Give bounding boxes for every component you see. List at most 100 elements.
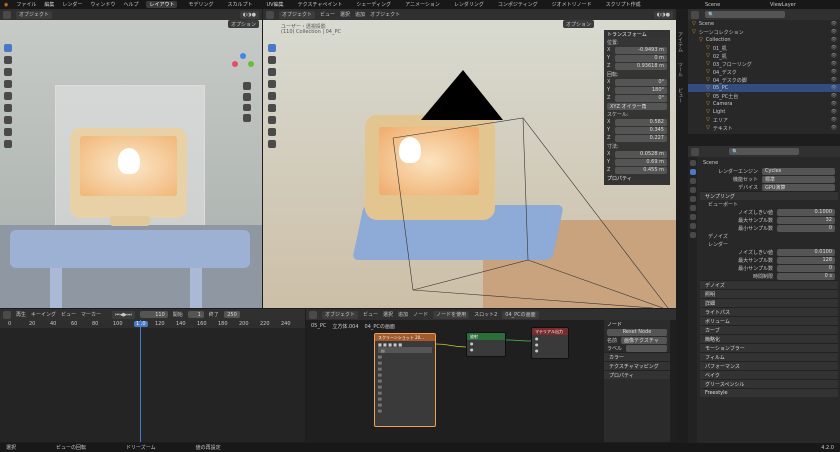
render-subsection[interactable]: レンダー: [700, 240, 838, 248]
menu-render[interactable]: レンダー: [62, 1, 82, 8]
menu-window[interactable]: ウィンドウ: [90, 1, 115, 8]
menu-select[interactable]: 選択: [340, 11, 350, 18]
rotation-field[interactable]: 0°: [615, 94, 667, 102]
node-name-field[interactable]: 画像テクスチャ: [621, 336, 667, 344]
viewlayer-selector[interactable]: ViewLayer: [770, 2, 796, 8]
menu-node[interactable]: ノード: [413, 311, 428, 318]
select-tool-icon[interactable]: [268, 44, 276, 52]
dimension-field[interactable]: 0.455 m: [615, 166, 667, 174]
viewport-denoise[interactable]: デノイズ: [700, 232, 838, 240]
menu-playback[interactable]: 再生: [16, 311, 26, 318]
visibility-icon[interactable]: 👁: [831, 61, 837, 67]
tab-modeling[interactable]: モデリング: [185, 1, 216, 8]
move-tool-icon[interactable]: [4, 68, 12, 76]
visibility-icon[interactable]: 👁: [831, 85, 837, 91]
rotation-mode-select[interactable]: XYZ オイラー角: [607, 102, 667, 110]
feature-set-select[interactable]: 標準: [762, 175, 835, 183]
scale-field[interactable]: 0.582: [615, 118, 667, 126]
viewport-noise-field[interactable]: 0.1000: [777, 208, 835, 216]
properties-section[interactable]: グリースペンシル: [700, 379, 838, 388]
tab-layout[interactable]: レイアウト: [146, 1, 178, 8]
visibility-icon[interactable]: 👁: [831, 21, 837, 27]
playhead[interactable]: [140, 320, 141, 442]
playback-controls[interactable]: ⏮◀▶⏭: [112, 310, 135, 319]
pan-hand-icon[interactable]: [243, 92, 251, 101]
left-viewport[interactable]: オプション: [0, 20, 262, 308]
tab-geometry-nodes[interactable]: ジオメトリノード: [549, 1, 595, 8]
measure-tool-icon[interactable]: [4, 128, 12, 136]
menu-view[interactable]: ビュー: [61, 311, 76, 318]
cursor-tool-icon[interactable]: [4, 56, 12, 64]
tab-shading[interactable]: シェーディング: [353, 1, 394, 8]
visibility-icon[interactable]: 👁: [831, 117, 837, 123]
outliner-item[interactable]: ▽ エリア 👁: [688, 116, 840, 124]
menu-add[interactable]: 追加: [398, 311, 408, 318]
outliner-item[interactable]: ▽ Camera 👁: [688, 100, 840, 108]
select-tool-icon[interactable]: [4, 44, 12, 52]
scale-tool-icon[interactable]: [268, 92, 276, 100]
visibility-icon[interactable]: 👁: [831, 53, 837, 59]
device-select[interactable]: GPU演算: [762, 183, 835, 191]
outliner-item[interactable]: ▽ 04_デスクの脚 👁: [688, 76, 840, 84]
left-object-menu[interactable]: オブジェクト: [16, 10, 53, 19]
tab-view[interactable]: ビュー: [677, 88, 684, 103]
tab-uv[interactable]: UV編集: [264, 1, 287, 8]
dimension-field[interactable]: 0.69 m: [615, 158, 667, 166]
scale-field[interactable]: 0.345: [615, 126, 667, 134]
rotation-field[interactable]: 180°: [615, 86, 667, 94]
visibility-icon[interactable]: 👁: [831, 69, 837, 75]
outliner-item[interactable]: ▽ 04_デスク 👁: [688, 68, 840, 76]
grid-icon[interactable]: [243, 114, 251, 122]
visibility-icon[interactable]: 👁: [831, 45, 837, 51]
menu-keying[interactable]: キーイング: [31, 311, 56, 318]
node-label-field[interactable]: [626, 344, 667, 352]
outliner-item[interactable]: ▽ Scene 👁: [688, 20, 840, 28]
left-shading-buttons[interactable]: ◐◑●: [239, 10, 259, 19]
menu-view[interactable]: ビュー: [320, 11, 335, 18]
menu-marker[interactable]: マーカー: [81, 311, 101, 318]
use-nodes-toggle[interactable]: ノードを使用: [433, 310, 470, 319]
menu-edit[interactable]: 編集: [44, 1, 54, 8]
editor-type-icon[interactable]: [3, 310, 11, 319]
properties-section[interactable]: ボリューム: [700, 316, 838, 325]
time-limit-field[interactable]: 0 s: [777, 272, 835, 280]
menu-view[interactable]: ビュー: [363, 311, 378, 318]
visibility-icon[interactable]: 👁: [831, 29, 837, 35]
transform-tool-icon[interactable]: [268, 104, 276, 112]
rotation-field[interactable]: 0°: [615, 78, 667, 86]
outliner-item[interactable]: ▽ Light 👁: [688, 108, 840, 116]
outliner-item[interactable]: ▽ シーンコレクション 👁: [688, 28, 840, 36]
location-field[interactable]: 0.93618 m: [615, 62, 667, 70]
tab-rendering[interactable]: レンダリング: [451, 1, 487, 8]
viewport-subsection[interactable]: ビューポート: [700, 200, 838, 208]
viewport-min-samples-field[interactable]: 0: [777, 224, 835, 232]
measure-tool-icon[interactable]: [268, 128, 276, 136]
properties-section[interactable]: 照明: [700, 289, 838, 298]
timeline-area[interactable]: 020406080100110120140160180200220240: [0, 320, 305, 442]
viewport-shading-buttons[interactable]: ◐◑●: [653, 10, 673, 19]
outliner-item[interactable]: ▽ 05_PC土台 👁: [688, 92, 840, 100]
outliner-item[interactable]: ▽ テキスト 👁: [688, 124, 840, 132]
properties-section[interactable]: 詳細: [700, 298, 838, 307]
scene-selector[interactable]: Scene: [705, 2, 720, 8]
tab-scripting[interactable]: スクリプト作成: [603, 1, 644, 8]
visibility-icon[interactable]: 👁: [831, 125, 837, 131]
main-options-button[interactable]: オプション: [563, 20, 595, 28]
add-cube-tool-icon[interactable]: [268, 140, 276, 148]
scale-tool-icon[interactable]: [4, 92, 12, 100]
visibility-icon[interactable]: 👁: [831, 101, 837, 107]
tool-props-icon[interactable]: [689, 160, 696, 166]
outliner-item[interactable]: ▽ Collection 👁: [688, 36, 840, 44]
properties-section[interactable]: モーションブラー: [700, 343, 838, 352]
properties-section[interactable]: ライトパス: [700, 307, 838, 316]
editor-type-icon[interactable]: [266, 10, 274, 19]
outliner-item[interactable]: ▽ 03_フローリング 👁: [688, 60, 840, 68]
rotate-tool-icon[interactable]: [268, 80, 276, 88]
move-tool-icon[interactable]: [268, 68, 276, 76]
properties-section[interactable]: Freestyle: [700, 388, 838, 397]
visibility-icon[interactable]: 👁: [831, 93, 837, 99]
properties-section[interactable]: ベイク: [700, 370, 838, 379]
outliner-item[interactable]: ▽ 05_PC 👁: [688, 84, 840, 92]
location-field[interactable]: 0 m: [615, 54, 667, 62]
texture-mapping-section[interactable]: テクスチャマッピング: [604, 361, 670, 370]
